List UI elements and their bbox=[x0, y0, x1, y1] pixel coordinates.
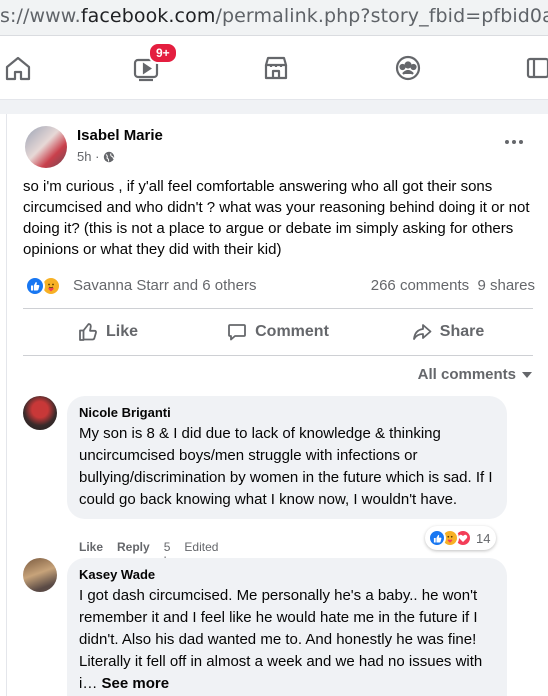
share-button[interactable]: Share bbox=[363, 315, 533, 349]
comment-reactions[interactable]: 14 bbox=[425, 526, 497, 550]
see-more-link[interactable]: See more bbox=[102, 675, 170, 692]
comment-text: My son is 8 & I did due to lack of knowl… bbox=[79, 425, 493, 508]
divider bbox=[23, 308, 533, 309]
commenter-name[interactable]: Nicole Briganti bbox=[79, 404, 495, 421]
more-options-icon[interactable] bbox=[502, 132, 526, 152]
like-reaction-icon bbox=[25, 276, 45, 296]
home-icon[interactable] bbox=[0, 50, 36, 86]
all-comments-filter[interactable]: All comments bbox=[418, 366, 532, 383]
comment-icon bbox=[228, 324, 247, 341]
author-avatar[interactable] bbox=[25, 126, 67, 168]
thumbs-up-icon bbox=[79, 323, 97, 341]
groups-icon[interactable] bbox=[390, 50, 426, 86]
post-text: so i'm curious , if y'all feel comfortab… bbox=[23, 178, 530, 258]
gaming-icon[interactable] bbox=[520, 50, 548, 86]
video-icon[interactable]: 9+ bbox=[128, 42, 178, 86]
commenter-avatar[interactable] bbox=[23, 396, 57, 430]
comment-reaction-count: 14 bbox=[476, 530, 491, 546]
feed-separator bbox=[0, 100, 548, 114]
author-name[interactable]: Isabel Marie bbox=[77, 127, 163, 144]
post-actions: Like Comment Share bbox=[23, 315, 533, 349]
divider bbox=[23, 355, 533, 356]
reactions-summary: Savanna Starr and 6 others 266 comments … bbox=[25, 274, 535, 298]
post-time[interactable]: 5h · bbox=[77, 149, 99, 164]
like-reaction-icon bbox=[428, 529, 446, 547]
notification-badge: 9+ bbox=[148, 42, 178, 64]
chevron-down-icon bbox=[522, 371, 532, 378]
reaction-icons[interactable] bbox=[25, 276, 69, 296]
comment-bubble: Nicole Briganti My son is 8 & I did due … bbox=[67, 396, 507, 519]
comment-bubble: Kasey Wade I got dash circumcised. Me pe… bbox=[67, 558, 507, 696]
commenter-avatar[interactable] bbox=[23, 558, 57, 592]
marketplace-icon[interactable] bbox=[258, 50, 294, 86]
comment-button[interactable]: Comment bbox=[193, 315, 363, 349]
post-card: Isabel Marie 5h · so i'm curious , if y'… bbox=[6, 114, 548, 696]
top-navigation: 9+ bbox=[0, 36, 548, 100]
comment-label: Comment bbox=[255, 323, 329, 340]
globe-icon bbox=[104, 151, 115, 162]
post-meta: 5h · bbox=[77, 149, 115, 164]
like-button[interactable]: Like bbox=[23, 315, 193, 349]
share-icon bbox=[412, 324, 432, 340]
share-label: Share bbox=[439, 323, 485, 340]
all-comments-label: All comments bbox=[417, 366, 516, 383]
url-text[interactable]: s://www.facebook.com/permalink.php?story… bbox=[0, 5, 548, 27]
like-label: Like bbox=[105, 323, 138, 340]
address-bar[interactable]: s://www.facebook.com/permalink.php?story… bbox=[0, 0, 548, 36]
commenter-name[interactable]: Kasey Wade bbox=[79, 566, 495, 583]
reactions-label[interactable]: Savanna Starr and 6 others bbox=[73, 277, 256, 294]
comment-text: I got dash circumcised. Me personally he… bbox=[79, 587, 483, 692]
comment-share-stats[interactable]: 266 comments 9 shares bbox=[371, 277, 535, 294]
